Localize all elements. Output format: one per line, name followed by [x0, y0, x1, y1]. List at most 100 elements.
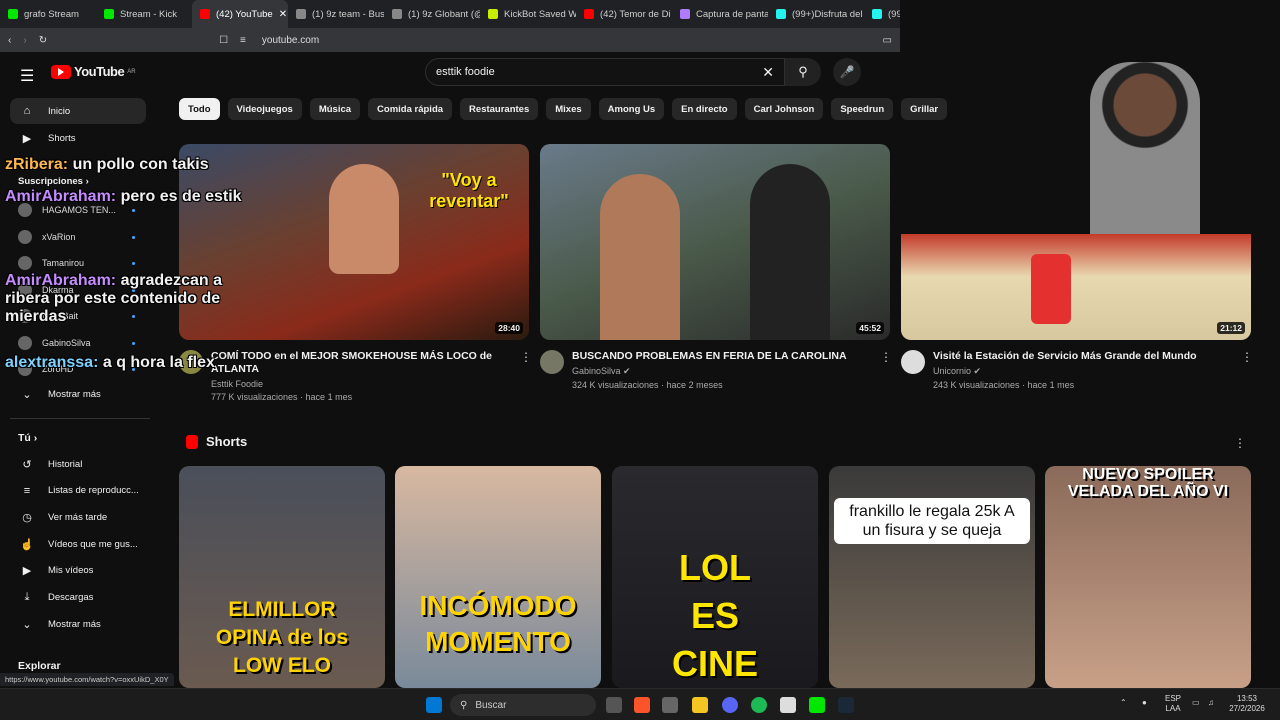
browser-tab[interactable]: grafo Stream: [0, 0, 96, 28]
video-thumbnail-3[interactable]: 21:12: [901, 234, 1251, 340]
file-explorer-icon[interactable]: [692, 697, 708, 713]
tray-chevron-icon[interactable]: ⌃: [1120, 698, 1127, 708]
sidebar-item[interactable]: ⤓ Descargas: [10, 585, 146, 611]
sidebar-label: Shorts: [48, 132, 76, 144]
history-icon: ↺: [22, 458, 32, 471]
browser-tab[interactable]: KickBot Saved W: [480, 0, 576, 28]
subscription-item[interactable]: Tamanirou: [18, 256, 84, 270]
mic-tray-icon[interactable]: ●: [1142, 698, 1147, 708]
filter-chip[interactable]: Carl Johnson: [744, 98, 824, 120]
filter-chip[interactable]: Videojuegos: [227, 98, 302, 120]
close-tab-icon[interactable]: ✕: [279, 9, 287, 20]
region-code: AR: [127, 68, 136, 75]
filter-chip[interactable]: Speedrun: [831, 98, 894, 120]
browser-tab[interactable]: (99+): [864, 0, 900, 28]
channel-name[interactable]: Esttik Foodie: [211, 379, 511, 389]
taskbar-search[interactable]: ⚲ Buscar: [450, 694, 596, 716]
video-title[interactable]: BUSCANDO PROBLEMAS EN FERIA DE LA CAROLI…: [572, 350, 872, 363]
sidebar-item-home[interactable]: ⌂ Inicio: [10, 98, 146, 124]
sidebar-label: Inicio: [48, 105, 71, 117]
back-icon[interactable]: ‹: [8, 35, 11, 46]
channel-avatar[interactable]: [540, 350, 564, 374]
more-options-icon[interactable]: ⋮: [520, 350, 532, 364]
filter-chip[interactable]: En directo: [672, 98, 737, 120]
filter-chip[interactable]: Música: [309, 98, 361, 120]
search-value: esttik foodie: [436, 66, 495, 78]
network-icon[interactable]: ▭: [1192, 698, 1200, 708]
bookmark-icon[interactable]: ☐: [219, 35, 228, 46]
short-thumbnail-1[interactable]: ELMILLOR OPINA de los LOW ELO: [179, 466, 385, 688]
sidebar-show-more[interactable]: ⌄ Mostrar más: [10, 381, 146, 407]
channel-name-text: Unicornio: [933, 366, 972, 376]
browser-tab[interactable]: Stream - Kick: [96, 0, 192, 28]
volume-icon[interactable]: ♫: [1208, 698, 1214, 708]
video-title[interactable]: Visité la Estación de Servicio Más Grand…: [933, 350, 1233, 363]
tab-label: Captura de panta: [696, 8, 768, 20]
filter-chip[interactable]: Restaurantes: [460, 98, 539, 120]
menu-icon[interactable]: ☰: [20, 66, 34, 86]
subscriptions-title[interactable]: Suscripciones ›: [18, 176, 89, 187]
clock[interactable]: 13:53 27/2/2026: [1222, 694, 1272, 714]
youtube-logo[interactable]: YouTube AR: [51, 64, 136, 79]
logo-text: YouTube: [74, 64, 125, 79]
mic-button[interactable]: 🎤: [833, 58, 861, 86]
url-field[interactable]: youtube.com: [262, 35, 319, 46]
browser-tab[interactable]: (1) 9z team - Bus: [288, 0, 384, 28]
link-status-bar: https://www.youtube.com/watch?v=oxxUikD_…: [0, 673, 174, 686]
sidebar-item[interactable]: ↺ Historial: [10, 451, 146, 477]
subscription-item[interactable]: xVaRion: [18, 229, 75, 244]
you-title[interactable]: Tú ›: [18, 432, 37, 444]
filter-chip[interactable]: Among Us: [598, 98, 665, 120]
browser-tab[interactable]: Captura de panta: [672, 0, 768, 28]
sidebar-item[interactable]: ≡ Listas de reproducc...: [10, 478, 146, 504]
browser-tab[interactable]: (42) Temor de Di: [576, 0, 672, 28]
reload-icon[interactable]: ↻: [39, 35, 47, 46]
sidebar-item[interactable]: ▶ Mis vídeos: [10, 558, 146, 584]
search-input[interactable]: esttik foodie ✕: [425, 58, 785, 86]
steam-icon[interactable]: [838, 697, 854, 713]
filter-chip[interactable]: Mixes: [546, 98, 591, 120]
channel-avatar[interactable]: [901, 350, 925, 374]
video-thumbnail-2[interactable]: 45:52: [540, 144, 890, 340]
channel-name[interactable]: Unicornio ✔: [933, 366, 1233, 377]
more-options-icon[interactable]: ⋮: [1241, 350, 1253, 364]
tab-favicon-icon: [8, 9, 18, 19]
filter-chip[interactable]: Comida rápida: [368, 98, 453, 120]
more-options-icon[interactable]: ⋮: [1234, 436, 1246, 450]
filter-chip[interactable]: Todo: [179, 98, 220, 120]
app-icon[interactable]: [662, 697, 678, 713]
browser-tab[interactable]: (1) 9z Globant (@: [384, 0, 480, 28]
more-options-icon[interactable]: ⋮: [880, 350, 892, 364]
sidebar-label: Descargas: [48, 592, 94, 603]
kick-icon[interactable]: [809, 697, 825, 713]
subscription-item[interactable]: GabinoSilva: [18, 335, 91, 350]
task-view-icon[interactable]: [606, 697, 622, 713]
sidebar-label: Vídeos que me gus...: [48, 538, 138, 550]
browser-tab[interactable]: (99+)Disfruta del: [768, 0, 864, 28]
short-thumbnail-2[interactable]: INCÓMODO MOMENTO: [395, 466, 601, 688]
windows-start-icon[interactable]: [426, 697, 442, 713]
obs-icon[interactable]: [780, 697, 796, 713]
browser-tab[interactable]: (42) YouTube ✕: [192, 0, 288, 28]
video-title[interactable]: COMÍ TODO en el MEJOR SMOKEHOUSE MÁS LOC…: [211, 350, 511, 376]
filter-chip[interactable]: Grillar: [901, 98, 948, 120]
cast-icon[interactable]: ▭: [883, 35, 892, 46]
sidebar-item[interactable]: ◷ Ver más tarde: [10, 504, 146, 530]
site-info-icon[interactable]: ≡: [240, 35, 246, 46]
sidebar-item[interactable]: ☝ Vídeos que me gus...: [10, 531, 146, 557]
clear-icon[interactable]: ✕: [762, 64, 774, 81]
short-thumbnail-5[interactable]: NUEVO SPOILER VELADA DEL AÑO VI: [1045, 466, 1251, 688]
new-content-dot: [132, 341, 135, 345]
spotify-icon[interactable]: [751, 697, 767, 713]
discord-icon[interactable]: [722, 697, 738, 713]
short-thumbnail-3[interactable]: LOL ES CINE: [612, 466, 818, 688]
sidebar-show-more-2[interactable]: ⌄ Mostrar más: [10, 611, 146, 637]
channel-avatar: [18, 229, 32, 244]
brave-browser-icon[interactable]: [634, 697, 650, 713]
sidebar-item-shorts[interactable]: ▶ Shorts: [10, 125, 146, 151]
short-thumbnail-4[interactable]: frankillo le regala 25k A un fisura y se…: [829, 466, 1035, 688]
language-indicator[interactable]: ESP LAA: [1162, 694, 1184, 714]
search-button[interactable]: ⚲: [785, 58, 821, 86]
channel-name[interactable]: GabinoSilva ✔: [572, 366, 872, 377]
forward-icon[interactable]: ›: [23, 35, 26, 46]
